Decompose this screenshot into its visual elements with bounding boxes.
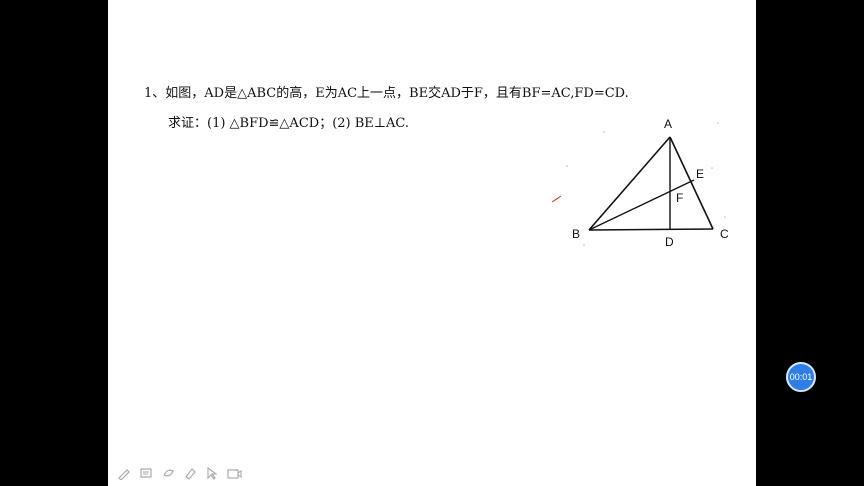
label-B: B [572, 227, 580, 241]
label-A: A [664, 117, 672, 131]
geometry-figure: A B C D E F [551, 117, 729, 249]
annotation-toolbar [116, 465, 242, 481]
segment-AC [669, 136, 714, 230]
eraser-icon[interactable] [160, 465, 176, 481]
pen-icon[interactable] [116, 465, 132, 481]
label-F: F [676, 191, 683, 205]
label-E: E [696, 167, 704, 181]
pointer-icon[interactable] [204, 465, 220, 481]
segment-BE [588, 179, 695, 231]
highlighter-icon[interactable] [182, 465, 198, 481]
camera-icon[interactable] [226, 465, 242, 481]
recording-timer-button[interactable]: 00:01 [786, 362, 816, 392]
cursor-arrow-icon [551, 195, 562, 203]
label-D: D [665, 235, 674, 249]
segment-BC [588, 228, 714, 231]
timer-text: 00:01 [789, 372, 813, 382]
segment-AB [588, 136, 671, 231]
label-C: C [720, 227, 729, 241]
scan-specks [566, 122, 726, 246]
board-icon[interactable] [138, 465, 154, 481]
